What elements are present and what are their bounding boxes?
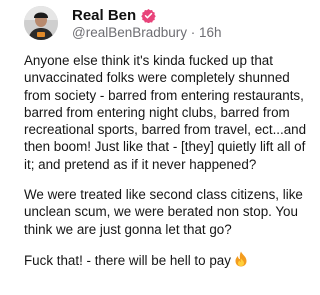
author-name-row: Real Ben (72, 5, 156, 25)
post-body: Anyone else think it's kinda fucked up t… (24, 52, 316, 284)
handle-row: @realBenBradbury · 16h (72, 25, 222, 40)
post-card: Real Ben @realBenBradbury · 16h Anyone e… (0, 0, 320, 295)
handle[interactable]: @realBenBradbury (72, 25, 187, 40)
separator: · (187, 25, 200, 40)
post-paragraph-1: Anyone else think it's kinda fucked up t… (24, 53, 307, 172)
fire-icon (234, 251, 248, 271)
verified-badge-icon (141, 8, 156, 23)
post-paragraph-3: Fuck that! - there will be hell to pay (24, 251, 316, 271)
display-name[interactable]: Real Ben (72, 7, 136, 24)
avatar[interactable] (24, 6, 58, 40)
post-paragraph-3-text: Fuck that! - there will be hell to pay (24, 252, 231, 268)
post-paragraph-2: We were treated like second class citize… (24, 187, 303, 237)
timestamp[interactable]: 16h (199, 25, 222, 40)
